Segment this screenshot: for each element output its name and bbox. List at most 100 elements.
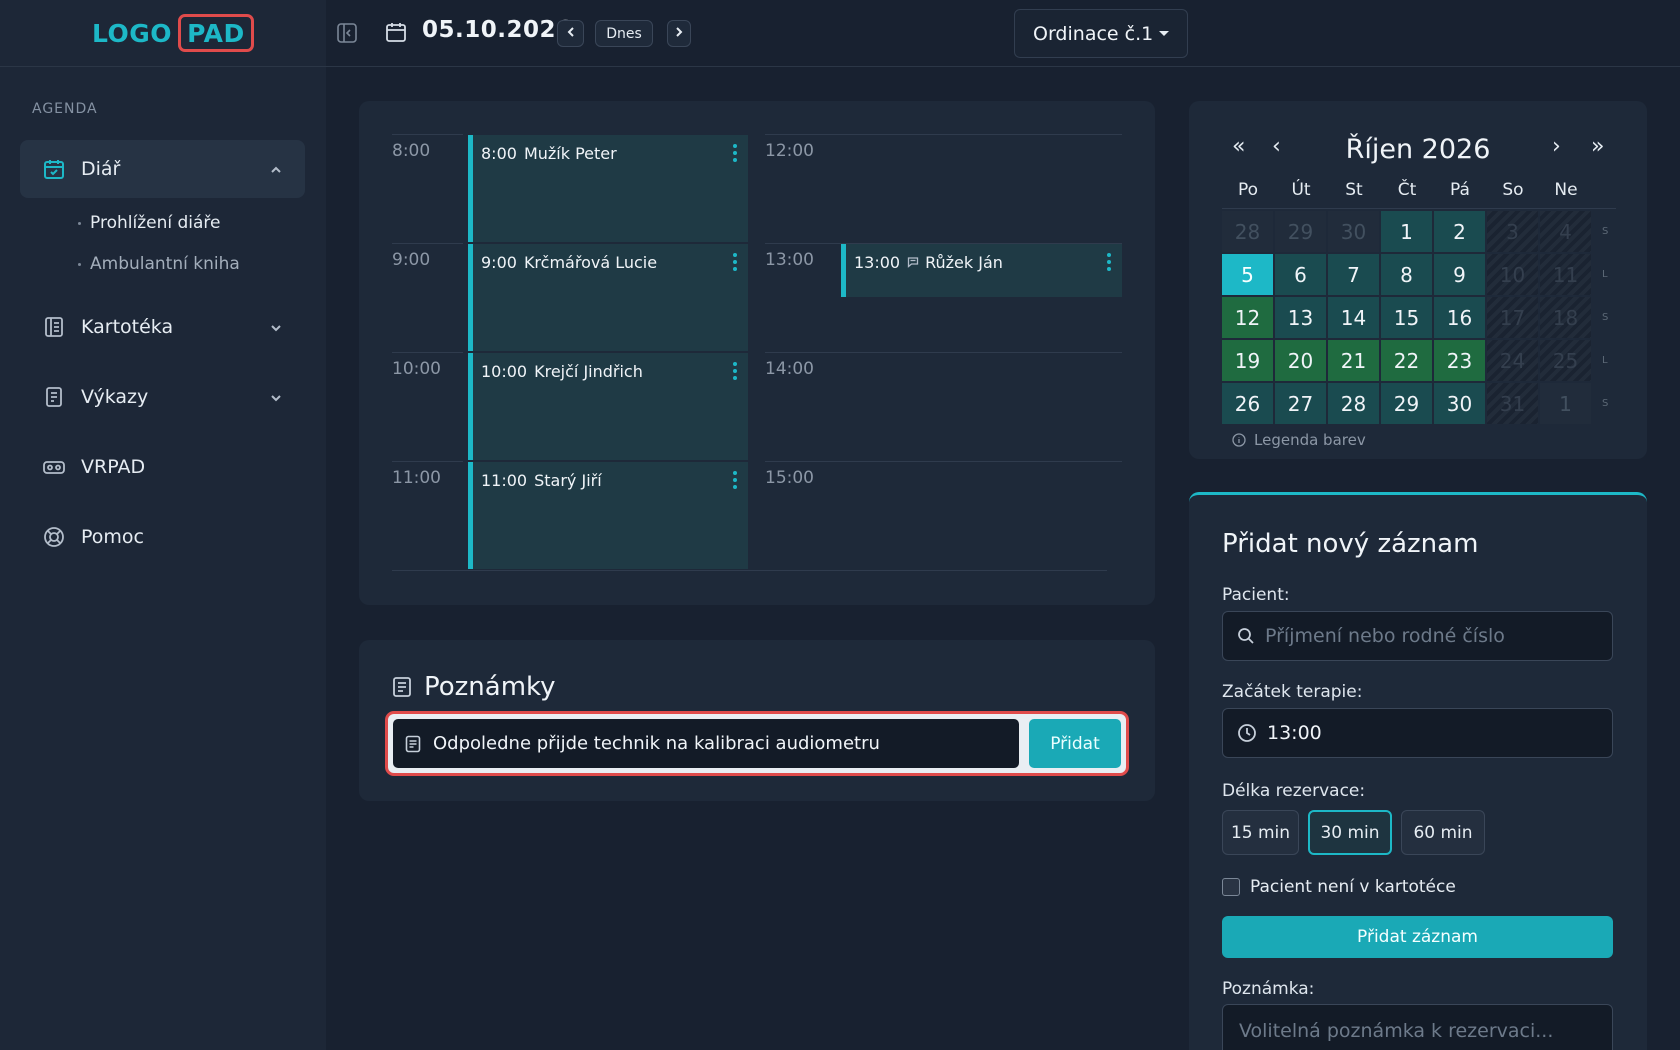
note-input[interactable] (433, 733, 1003, 754)
calendar-day[interactable]: 10 (1487, 254, 1538, 295)
duration-15-button[interactable]: 15 min (1222, 810, 1299, 855)
start-time-input[interactable] (1267, 722, 1587, 744)
sidebar-item-label: Diář (81, 158, 121, 180)
calendar-day[interactable]: 13 (1275, 297, 1326, 338)
calendar-day[interactable]: 27 (1275, 383, 1326, 424)
more-vertical-icon[interactable] (733, 144, 737, 165)
sidebar-item-vykazy[interactable]: Výkazy (20, 368, 305, 426)
appointment-card[interactable]: 10:00 Krejčí Jindřich (468, 353, 748, 460)
calendar-day[interactable]: 4 (1540, 211, 1591, 252)
more-vertical-icon[interactable] (733, 362, 737, 383)
calendar-day[interactable]: 17 (1487, 297, 1538, 338)
hour-line (392, 243, 463, 244)
calendar-day[interactable]: 30 (1328, 211, 1379, 252)
calendar-day[interactable]: 11 (1540, 254, 1591, 295)
appointment-text: 9:00 Krčmářová Lucie (481, 253, 657, 272)
today-button[interactable]: Dnes (595, 20, 653, 47)
patient-search-input[interactable] (1265, 625, 1585, 647)
appointment-time: 11:00 (481, 471, 528, 490)
color-legend-link[interactable]: Legenda barev (1232, 431, 1366, 449)
sidebar-item-diar[interactable]: Diář (20, 140, 305, 198)
note-icon (405, 735, 421, 753)
calendar-day[interactable]: 9 (1434, 254, 1485, 295)
not-in-file-row[interactable]: Pacient není v kartotéce (1222, 877, 1456, 897)
reservation-note-textarea[interactable]: Volitelná poznámka k rezervaci... (1222, 1004, 1613, 1050)
calendar-day[interactable]: 30 (1434, 383, 1485, 424)
sidebar-subitem-ambulantni-kniha[interactable]: Ambulantní kniha (78, 254, 240, 274)
calendar-day[interactable]: 31 (1487, 383, 1538, 424)
not-in-file-label: Pacient není v kartotéce (1250, 877, 1456, 897)
calendar-day[interactable]: 25 (1540, 340, 1591, 381)
add-note-button[interactable]: Přidat (1029, 719, 1121, 768)
calendar-day[interactable]: 28 (1328, 383, 1379, 424)
patient-search-field[interactable] (1222, 611, 1613, 661)
calendar-day[interactable]: 6 (1275, 254, 1326, 295)
calendar-day[interactable]: 21 (1328, 340, 1379, 381)
sidebar-item-vrpad[interactable]: VRPAD (20, 438, 305, 496)
calendar-day[interactable]: 12 (1222, 297, 1273, 338)
chevron-left-icon (565, 26, 577, 42)
add-record-button[interactable]: Přidat záznam (1222, 916, 1613, 958)
more-vertical-icon[interactable] (1107, 253, 1111, 274)
calendar-day[interactable]: 14 (1328, 297, 1379, 338)
logo[interactable]: LOGO PAD (92, 14, 254, 52)
calendar-day-today[interactable]: 5 (1222, 254, 1273, 295)
sidebar-item-pomoc[interactable]: Pomoc (20, 508, 305, 566)
calendar-day[interactable]: 29 (1275, 211, 1326, 252)
calendar-day[interactable]: 2 (1434, 211, 1485, 252)
sidebar-item-label: Kartotéka (81, 316, 174, 338)
appointment-patient: Mužík Peter (523, 144, 617, 163)
sidebar-subitem-prohlizeni[interactable]: Prohlížení diáře (78, 213, 220, 233)
sidebar-item-kartoteka[interactable]: Kartotéka (20, 298, 305, 356)
calendar-day[interactable]: 26 (1222, 383, 1273, 424)
calendar-day[interactable]: 18 (1540, 297, 1591, 338)
more-vertical-icon[interactable] (733, 471, 737, 492)
start-time-field[interactable] (1222, 708, 1613, 758)
calendar-day[interactable]: 28 (1222, 211, 1273, 252)
sidebar-collapse-icon[interactable] (336, 22, 358, 44)
calendar-day[interactable]: 20 (1275, 340, 1326, 381)
appointment-card[interactable]: 9:00 Krčmářová Lucie (468, 244, 748, 351)
logo-text-highlighted: PAD (178, 14, 254, 52)
duration-60-button[interactable]: 60 min (1401, 810, 1485, 855)
office-select[interactable]: Ordinace č.1 (1014, 9, 1188, 58)
next-year-button[interactable]: » (1591, 134, 1604, 159)
calendar-day[interactable]: 3 (1487, 211, 1538, 252)
appointment-patient: Růžek Ján (925, 253, 1003, 272)
appointment-card[interactable]: 11:00 Starý Jiří (468, 462, 748, 569)
calendar-check-icon (42, 157, 66, 181)
bullet-dot (78, 262, 81, 266)
next-day-button[interactable] (667, 20, 691, 47)
duration-30-button[interactable]: 30 min (1308, 810, 1392, 855)
calendar-day[interactable]: 24 (1487, 340, 1538, 381)
vr-headset-icon (42, 455, 66, 479)
calendar-day[interactable]: 15 (1381, 297, 1432, 338)
more-vertical-icon[interactable] (733, 253, 737, 274)
sidebar-item-label: Pomoc (81, 526, 144, 548)
time-label: 15:00 (765, 468, 814, 488)
calendar-day[interactable]: 8 (1381, 254, 1432, 295)
hour-line (392, 461, 463, 462)
calendar-day[interactable]: 19 (1222, 340, 1273, 381)
week-side-label: S (1602, 226, 1609, 237)
not-in-file-checkbox[interactable] (1222, 878, 1240, 896)
time-label: 9:00 (392, 250, 431, 270)
info-icon (1232, 433, 1246, 447)
calendar-day[interactable]: 29 (1381, 383, 1432, 424)
calendar-day[interactable]: 23 (1434, 340, 1485, 381)
chevron-right-icon (673, 26, 685, 42)
calendar-day[interactable]: 22 (1381, 340, 1432, 381)
calendar-day[interactable]: 1 (1381, 211, 1432, 252)
next-month-button[interactable]: › (1552, 134, 1561, 159)
calendar-day[interactable]: 1 (1540, 383, 1591, 424)
calendar-day[interactable]: 7 (1328, 254, 1379, 295)
chevron-down-icon (269, 320, 283, 339)
note-input-group: Přidat (385, 711, 1129, 776)
appointment-card[interactable]: 8:00 Mužík Peter (468, 135, 748, 242)
appointment-card[interactable]: 13:00 Růžek Ján (841, 244, 1122, 297)
office-select-value: Ordinace č.1 (1033, 22, 1154, 45)
calendar-day[interactable]: 16 (1434, 297, 1485, 338)
sidebar: LOGO PAD AGENDA Diář Prohlížení diáře Am… (0, 0, 326, 1050)
prev-day-button[interactable] (557, 20, 584, 47)
time-label: 8:00 (392, 141, 431, 161)
